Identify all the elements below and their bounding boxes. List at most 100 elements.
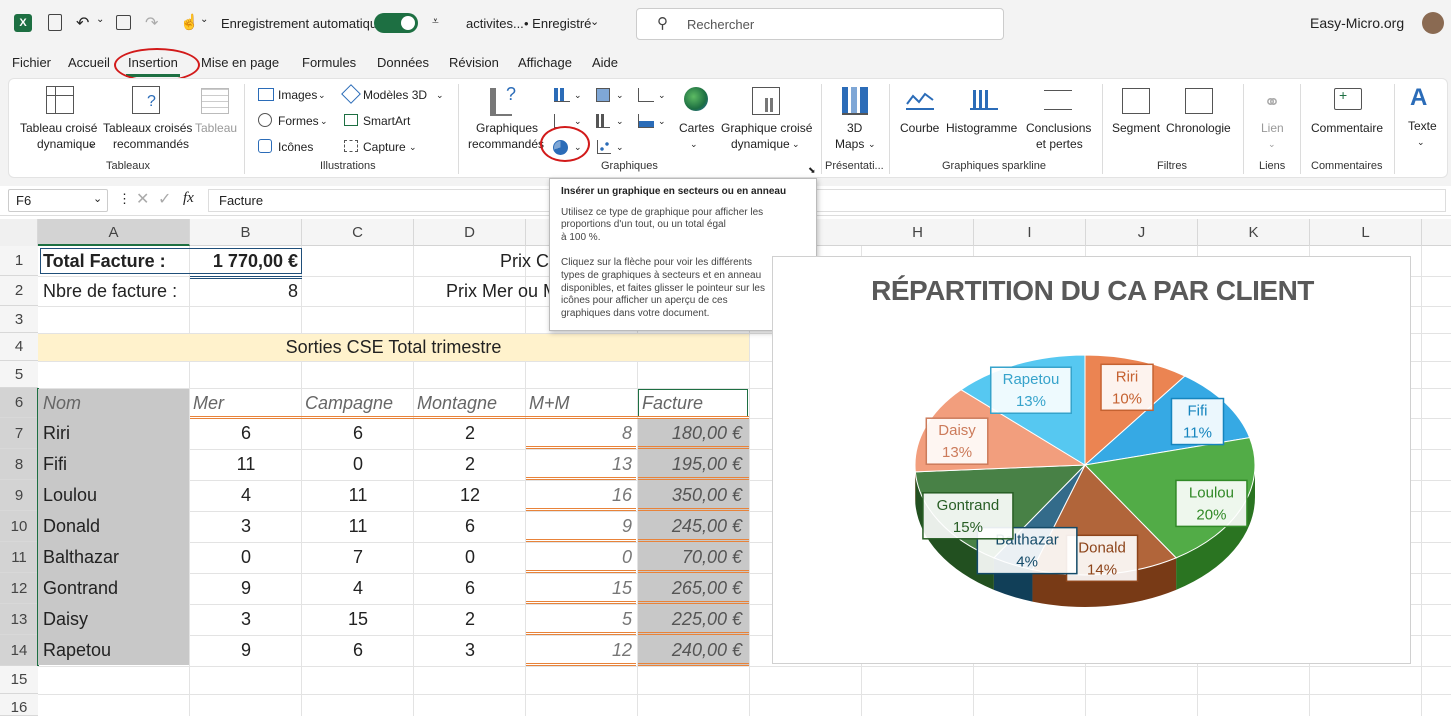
- smartart-icon[interactable]: [344, 114, 358, 126]
- tab-accueil[interactable]: Accueil: [68, 55, 110, 70]
- save-as-icon[interactable]: [48, 14, 62, 31]
- pivot-table-label-1[interactable]: Tableau croisé: [20, 120, 97, 136]
- row-header[interactable]: 11: [0, 542, 38, 573]
- cell-mer[interactable]: 3: [190, 511, 302, 541]
- cell-name[interactable]: Gontrand: [43, 573, 183, 603]
- scatter-chart-dropdown-icon[interactable]: ⌄: [616, 139, 624, 155]
- text-dropdown-icon[interactable]: ⌄: [1417, 134, 1425, 150]
- data-label[interactable]: Loulou20%: [1176, 480, 1247, 526]
- cell-facture[interactable]: 350,00 €: [638, 480, 742, 510]
- prix-c-label[interactable]: Prix C: [500, 246, 549, 276]
- cell-campagne[interactable]: 4: [302, 573, 414, 603]
- cell-mm[interactable]: 15: [526, 573, 632, 603]
- cell-mer[interactable]: 9: [190, 635, 302, 665]
- dropdown-arrow-icon[interactable]: ⌄: [88, 136, 96, 152]
- cell-campagne[interactable]: 15: [302, 604, 414, 634]
- tab-affichage[interactable]: Affichage: [518, 55, 572, 70]
- timeline-icon[interactable]: [1185, 88, 1213, 114]
- cell-mm[interactable]: 12: [526, 635, 632, 665]
- filename[interactable]: activites...: [466, 16, 524, 31]
- prix-mer-label[interactable]: Prix Mer ou M: [446, 276, 558, 306]
- row-header[interactable]: 14: [0, 635, 38, 666]
- save-icon[interactable]: [116, 15, 131, 30]
- section-title[interactable]: Sorties CSE Total trimestre: [38, 333, 749, 361]
- cell-mm[interactable]: 16: [526, 480, 632, 510]
- cell-facture[interactable]: 240,00 €: [638, 635, 742, 665]
- total-facture-value[interactable]: 1 770,00 €: [190, 246, 298, 276]
- row-header[interactable]: 10: [0, 511, 38, 542]
- redo-icon[interactable]: ↷: [145, 13, 158, 33]
- slicer-icon[interactable]: [1122, 88, 1150, 114]
- touch-mode-icon[interactable]: ☝: [180, 13, 199, 31]
- cell-campagne[interactable]: 7: [302, 542, 414, 572]
- images-icon[interactable]: [258, 88, 274, 101]
- maps-globe-icon[interactable]: [684, 87, 708, 111]
- cancel-icon[interactable]: ✕: [136, 189, 149, 209]
- cell-facture[interactable]: 195,00 €: [638, 449, 742, 479]
- images-label[interactable]: Images: [278, 87, 317, 103]
- cell-name[interactable]: Rapetou: [43, 635, 183, 665]
- pivot-chart-label-2[interactable]: dynamique: [731, 136, 790, 152]
- maps-dropdown-icon[interactable]: ⌄: [690, 136, 698, 152]
- tab-formules[interactable]: Formules: [302, 55, 356, 70]
- undo-icon[interactable]: ↶: [76, 13, 89, 33]
- combo-chart-dropdown-icon[interactable]: ⌄: [658, 113, 666, 129]
- 3d-models-label[interactable]: Modèles 3D: [363, 87, 427, 103]
- qat-dropdown-icon[interactable]: ⌄: [200, 14, 208, 25]
- name-box[interactable]: F6 ⌄: [8, 189, 108, 212]
- cell-name[interactable]: Daisy: [43, 604, 183, 634]
- data-label[interactable]: Fifi11%: [1171, 399, 1223, 445]
- cell-name[interactable]: Donald: [43, 511, 183, 541]
- row-header[interactable]: 12: [0, 573, 38, 604]
- 3d-maps-label-2[interactable]: Maps: [835, 136, 864, 152]
- pivot-chart-label-1[interactable]: Graphique croisé: [721, 120, 812, 136]
- row-header[interactable]: 9: [0, 480, 38, 511]
- row-header[interactable]: 6: [0, 388, 38, 418]
- hierarchy-chart-dropdown-icon[interactable]: ⌄: [616, 87, 624, 103]
- smartart-label[interactable]: SmartArt: [363, 113, 410, 129]
- recommended-pivot-label-1[interactable]: Tableaux croisés: [103, 120, 192, 136]
- column-header-d[interactable]: D: [414, 219, 526, 246]
- cell-mer[interactable]: 6: [190, 418, 302, 448]
- sparkline-column-label[interactable]: Histogramme: [946, 120, 1017, 136]
- sparkline-line-icon[interactable]: [906, 90, 934, 110]
- statistic-chart-dropdown-icon[interactable]: ⌄: [616, 113, 624, 129]
- cell-mm[interactable]: 8: [526, 418, 632, 448]
- pivot-table-icon[interactable]: [46, 86, 74, 114]
- pivot-table-label-2[interactable]: dynamique: [37, 136, 96, 152]
- chevron-down-icon[interactable]: ⌄: [590, 15, 599, 28]
- tab-revision[interactable]: Révision: [449, 55, 499, 70]
- maps-label[interactable]: Cartes: [679, 120, 714, 136]
- insert-function-icon[interactable]: fx: [183, 190, 194, 207]
- images-dropdown-icon[interactable]: ⌄: [318, 87, 326, 103]
- data-label[interactable]: Rapetou13%: [991, 367, 1072, 413]
- account-site[interactable]: Easy-Micro.org: [1310, 15, 1404, 31]
- timeline-label[interactable]: Chronologie: [1166, 120, 1231, 136]
- hierarchy-chart-icon[interactable]: [596, 88, 610, 102]
- comment-label[interactable]: Commentaire: [1311, 120, 1383, 136]
- cell-name[interactable]: Riri: [43, 418, 183, 448]
- header-campagne[interactable]: Campagne: [305, 388, 393, 418]
- search-box[interactable]: ⚲ Rechercher: [636, 8, 1004, 40]
- nbre-facture-value[interactable]: 8: [190, 276, 298, 306]
- cell-facture[interactable]: 245,00 €: [638, 511, 742, 541]
- tab-aide[interactable]: Aide: [592, 55, 618, 70]
- row-header[interactable]: 4: [0, 333, 38, 361]
- data-label[interactable]: Daisy13%: [926, 418, 988, 464]
- column-header-b[interactable]: B: [190, 219, 302, 246]
- screenshot-label[interactable]: Capture: [363, 139, 406, 155]
- cell-montagne[interactable]: 2: [414, 604, 526, 634]
- text-label[interactable]: Texte: [1408, 118, 1437, 134]
- sparkline-column-icon[interactable]: [970, 90, 998, 110]
- row-header[interactable]: 2: [0, 276, 38, 306]
- combo-chart-icon[interactable]: [638, 114, 654, 128]
- avatar[interactable]: [1422, 12, 1444, 34]
- 3d-maps-dropdown-icon[interactable]: ⌄: [868, 136, 876, 152]
- sparkline-winloss-label-1[interactable]: Conclusions: [1026, 120, 1091, 136]
- screenshot-icon[interactable]: [344, 140, 358, 152]
- cell-mm[interactable]: 0: [526, 542, 632, 572]
- cell-montagne[interactable]: 0: [414, 542, 526, 572]
- cell-mm[interactable]: 5: [526, 604, 632, 634]
- waterfall-chart-icon[interactable]: [638, 88, 654, 102]
- icons-icon[interactable]: [258, 139, 272, 153]
